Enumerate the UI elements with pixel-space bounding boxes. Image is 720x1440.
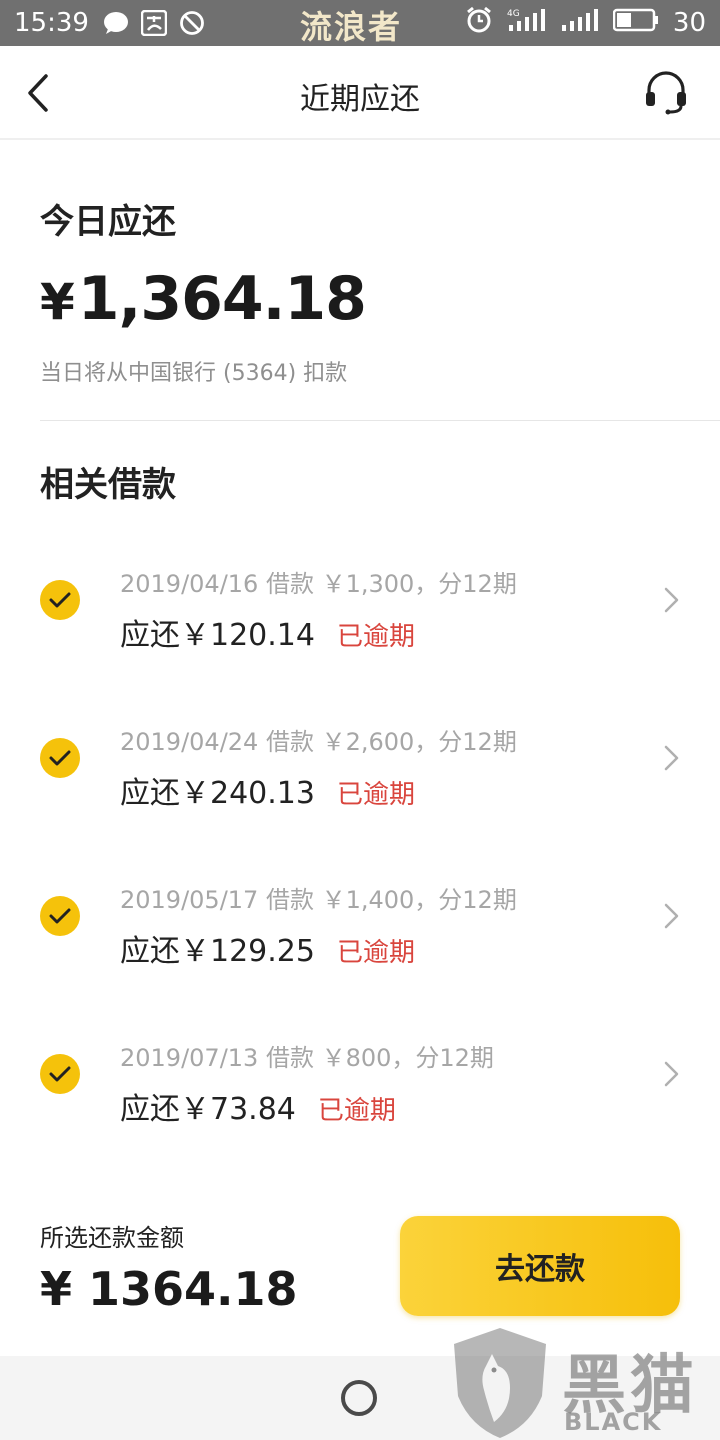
status-center-text: 流浪者 xyxy=(300,8,403,46)
pay-icon xyxy=(140,10,167,36)
svg-text:4G: 4G xyxy=(507,9,520,19)
signal-icon xyxy=(561,7,599,39)
loan-info: 2019/04/24 借款 ￥2,600，分12期 xyxy=(120,728,517,756)
loan-status-badge: 已逾期 xyxy=(317,1096,396,1126)
cat-shield-icon xyxy=(450,1326,550,1440)
loan-info: 2019/05/17 借款 ￥1,400，分12期 xyxy=(120,886,517,914)
loan-due: 应还￥120.14 已逾期 xyxy=(120,610,415,654)
divider xyxy=(40,420,720,421)
checkbox-checked-icon[interactable] xyxy=(40,738,80,778)
loan-due: 应还￥240.13 已逾期 xyxy=(120,768,415,812)
page-title: 近期应还 xyxy=(300,82,420,117)
chevron-right-icon[interactable] xyxy=(662,744,682,772)
message-icon xyxy=(103,11,129,35)
selected-amount-value: ¥ 1364.18 xyxy=(40,1262,298,1316)
checkbox-checked-icon[interactable] xyxy=(40,1054,80,1094)
battery-icon xyxy=(612,7,659,39)
status-right-group: 4G 30 xyxy=(465,0,706,46)
loan-due-amount: 应还￥73.84 xyxy=(120,1092,296,1127)
loan-due: 应还￥73.84 已逾期 xyxy=(120,1084,396,1128)
loan-info: 2019/04/16 借款 ￥1,300，分12期 xyxy=(120,570,517,598)
checkbox-checked-icon[interactable] xyxy=(40,580,80,620)
status-bar: 15:39 流浪者 4G 30 xyxy=(0,0,720,46)
battery-level: 30 xyxy=(672,8,706,38)
loan-due: 应还￥129.25 已逾期 xyxy=(120,926,415,970)
loan-item[interactable]: 2019/04/24 借款 ￥2,600，分12期 应还￥240.13 已逾期 xyxy=(0,698,720,828)
block-icon xyxy=(179,10,205,36)
loan-due-amount: 应还￥120.14 xyxy=(120,618,315,653)
chevron-right-icon[interactable] xyxy=(662,902,682,930)
loan-status-badge: 已逾期 xyxy=(336,622,415,652)
today-due-label: 今日应还 xyxy=(40,202,176,242)
selected-amount-label: 所选还款金额 xyxy=(40,1224,184,1252)
loan-item[interactable]: 2019/04/16 借款 ￥1,300，分12期 应还￥120.14 已逾期 xyxy=(0,540,720,670)
related-loans-title: 相关借款 xyxy=(40,465,176,505)
nav-bar: 近期应还 xyxy=(0,46,720,140)
signal-4g-icon: 4G xyxy=(507,7,547,39)
loan-due-amount: 应还￥240.13 xyxy=(120,776,315,811)
loan-status-badge: 已逾期 xyxy=(336,938,415,968)
loan-due-amount: 应还￥129.25 xyxy=(120,934,315,969)
today-amount-value: 1,364.18 xyxy=(77,264,367,334)
loan-item[interactable]: 2019/07/13 借款 ￥800，分12期 应还￥73.84 已逾期 xyxy=(0,1014,720,1144)
loan-info: 2019/07/13 借款 ￥800，分12期 xyxy=(120,1044,494,1072)
today-due-amount: ¥1,364.18 xyxy=(40,264,367,334)
status-time: 15:39 xyxy=(14,8,89,38)
black-cat-watermark: 黑猫 BLACK CAT xyxy=(450,1326,720,1440)
deduct-note: 当日将从中国银行 (5364) 扣款 xyxy=(40,361,348,386)
home-button[interactable] xyxy=(341,1380,377,1416)
loan-item[interactable]: 2019/05/17 借款 ￥1,400，分12期 应还￥129.25 已逾期 xyxy=(0,856,720,986)
chevron-right-icon[interactable] xyxy=(662,1060,682,1088)
checkbox-checked-icon[interactable] xyxy=(40,896,80,936)
pay-button[interactable]: 去还款 xyxy=(400,1216,680,1316)
currency-symbol: ¥ xyxy=(40,273,75,331)
alarm-icon xyxy=(465,6,493,40)
headset-icon[interactable] xyxy=(644,70,688,116)
chevron-right-icon[interactable] xyxy=(662,586,682,614)
loan-status-badge: 已逾期 xyxy=(336,780,415,810)
watermark-en: BLACK CAT xyxy=(564,1408,663,1440)
